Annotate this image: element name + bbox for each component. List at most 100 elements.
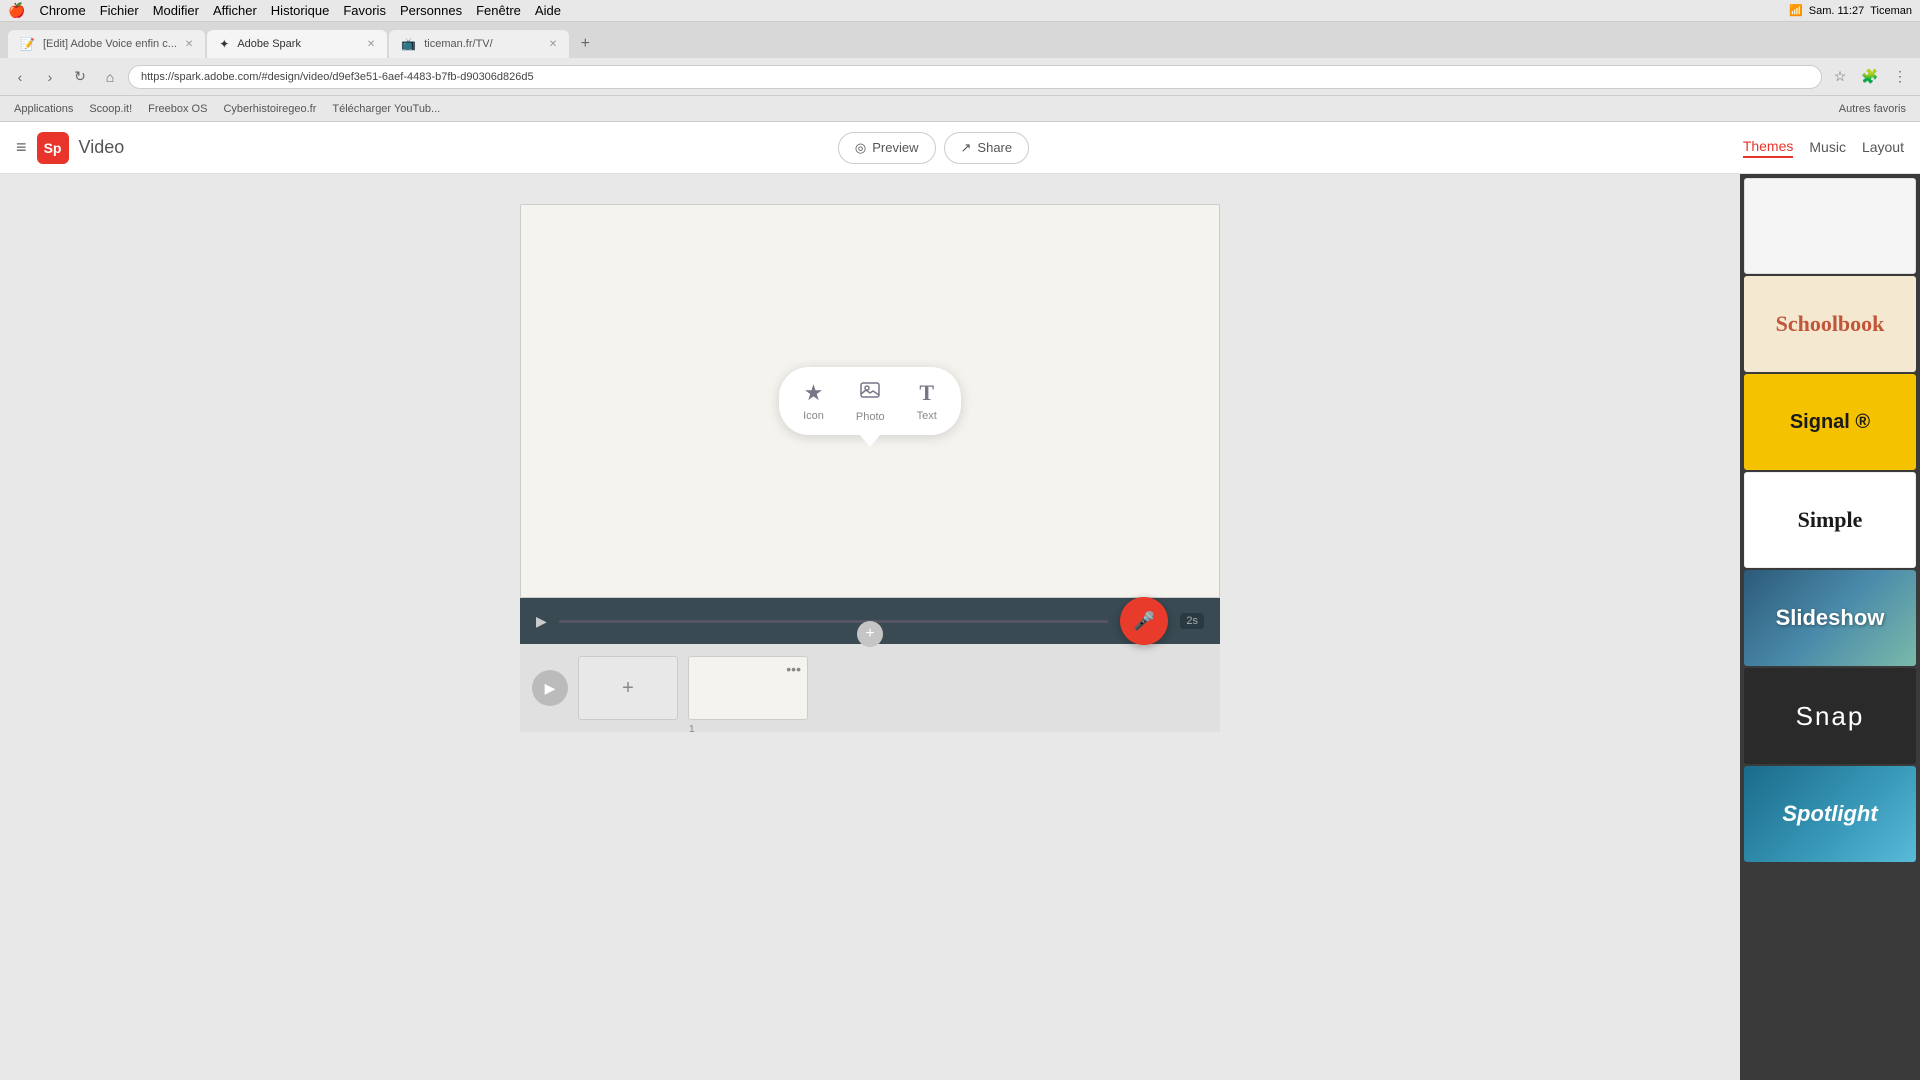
theme-spotlight-label: Spotlight	[1782, 801, 1877, 827]
theme-signal[interactable]: Signal ®	[1744, 374, 1916, 470]
photo-icon	[859, 379, 881, 407]
url-text: https://spark.adobe.com/#design/video/d9…	[141, 71, 534, 83]
clock: Sam. 11:27	[1809, 5, 1864, 17]
theme-snap-label: Snap	[1796, 701, 1865, 732]
tab-close-2[interactable]: ✕	[367, 39, 375, 50]
slide-thumbnail-1[interactable]: ••• 1	[688, 656, 808, 720]
menu-afficher[interactable]: Afficher	[213, 3, 257, 18]
canvas[interactable]: ★ Icon	[520, 204, 1220, 598]
header-right: Themes Music Layout	[1743, 138, 1904, 158]
share-icon: ↗	[961, 140, 972, 156]
content-tools: ★ Icon	[779, 367, 961, 435]
menu-fichier[interactable]: Fichier	[100, 3, 139, 18]
tab-layout[interactable]: Layout	[1862, 139, 1904, 157]
menubar-right: 📶 Sam. 11:27 Ticeman	[1789, 4, 1912, 17]
menu-aide[interactable]: Aide	[535, 3, 561, 18]
header-left: ≡ Sp Video	[16, 132, 124, 164]
slide-number-1: 1	[689, 724, 695, 735]
app-title: Video	[79, 137, 125, 158]
new-tab-button[interactable]: +	[571, 30, 599, 58]
tab-favicon-3: 📺	[401, 37, 416, 51]
tab-3[interactable]: 📺 ticeman.fr/TV/ ✕	[389, 30, 569, 58]
tab-close-1[interactable]: ✕	[185, 39, 193, 50]
slide-more-button[interactable]: •••	[786, 661, 801, 677]
tab-music[interactable]: Music	[1809, 139, 1846, 157]
bookmark-autres[interactable]: Autres favoris	[1833, 101, 1912, 117]
tab-title-1: [Edit] Adobe Voice enfin c...	[43, 38, 177, 50]
tab-title-2: Adobe Spark	[237, 38, 301, 50]
theme-signal-label: Signal ®	[1790, 411, 1870, 434]
tool-text-label: Text	[917, 410, 937, 422]
reload-button[interactable]: ↻	[68, 65, 92, 89]
text-icon: T	[919, 380, 934, 406]
bookmark-scoop[interactable]: Scoop.it!	[83, 101, 138, 117]
themes-panel: Schoolbook Signal ® Simple Slideshow Sna…	[1740, 174, 1920, 1080]
timeline-play-button[interactable]: ▶	[536, 613, 547, 630]
preview-icon: ◎	[855, 140, 866, 156]
hamburger-menu[interactable]: ≡	[16, 137, 27, 158]
url-bar[interactable]: https://spark.adobe.com/#design/video/d9…	[128, 65, 1822, 89]
bookmark-freebox[interactable]: Freebox OS	[142, 101, 213, 117]
tool-icon-label: Icon	[803, 410, 824, 422]
theme-schoolbook-label: Schoolbook	[1776, 311, 1885, 337]
timeline-track[interactable]	[559, 620, 1109, 623]
tab-favicon-2: ✦	[219, 37, 229, 51]
header-center: ◎ Preview ↗ Share	[124, 132, 1743, 164]
share-label: Share	[977, 140, 1012, 155]
mic-button[interactable]: 🎤	[1120, 597, 1168, 645]
star-icon: ★	[804, 380, 824, 406]
share-button[interactable]: ↗ Share	[944, 132, 1030, 164]
add-slide-button[interactable]: +	[578, 656, 678, 720]
theme-schoolbook[interactable]: Schoolbook	[1744, 276, 1916, 372]
theme-simple-label: Simple	[1798, 507, 1863, 533]
tab-title-3: ticeman.fr/TV/	[424, 38, 492, 50]
wifi-icon: 📶	[1789, 4, 1803, 17]
tool-icon[interactable]: ★ Icon	[803, 380, 824, 422]
main-area: ★ Icon	[0, 174, 1920, 1080]
tab-themes[interactable]: Themes	[1743, 138, 1794, 158]
preview-label: Preview	[872, 140, 918, 155]
menu-chrome[interactable]: Chrome	[39, 3, 85, 18]
tab-bar: 📝 [Edit] Adobe Voice enfin c... ✕ ✦ Adob…	[0, 22, 1920, 58]
bookmark-apps[interactable]: Applications	[8, 101, 79, 117]
extensions[interactable]: 🧩	[1858, 65, 1882, 89]
tab-favicon-1: 📝	[20, 37, 35, 51]
menu-modifier[interactable]: Modifier	[153, 3, 199, 18]
home-button[interactable]: ⌂	[98, 65, 122, 89]
apple-menu[interactable]: 🍎	[8, 2, 25, 19]
menu-historique[interactable]: Historique	[271, 3, 330, 18]
app-content: ≡ Sp Video ◎ Preview ↗ Share Themes Musi…	[0, 122, 1920, 1080]
star-bookmark[interactable]: ☆	[1828, 65, 1852, 89]
tool-photo[interactable]: Photo	[856, 379, 885, 423]
bookmarks-bar: Applications Scoop.it! Freebox OS Cyberh…	[0, 96, 1920, 122]
add-content-button[interactable]: +	[857, 621, 883, 647]
theme-spotlight[interactable]: Spotlight	[1744, 766, 1916, 862]
preview-button[interactable]: ◎ Preview	[838, 132, 936, 164]
tab-close-3[interactable]: ✕	[549, 39, 557, 50]
slides-strip: ▶ + ••• 1	[520, 644, 1220, 732]
back-button[interactable]: ‹	[8, 65, 32, 89]
tab-2[interactable]: ✦ Adobe Spark ✕	[207, 30, 387, 58]
theme-snap[interactable]: Snap	[1744, 668, 1916, 764]
time-badge: 2s	[1180, 613, 1204, 629]
theme-simple[interactable]: Simple	[1744, 472, 1916, 568]
theme-slideshow[interactable]: Slideshow	[1744, 570, 1916, 666]
theme-blank[interactable]	[1744, 178, 1916, 274]
bookmark-cyber[interactable]: Cyberhistoiregeo.fr	[217, 101, 322, 117]
spark-logo: Sp	[37, 132, 69, 164]
address-bar: ‹ › ↻ ⌂ https://spark.adobe.com/#design/…	[0, 58, 1920, 96]
forward-button[interactable]: ›	[38, 65, 62, 89]
mac-menubar: 🍎 Chrome Fichier Modifier Afficher Histo…	[0, 0, 1920, 22]
play-button-strip[interactable]: ▶	[532, 670, 568, 706]
add-circle[interactable]: +	[857, 621, 883, 647]
tab-1[interactable]: 📝 [Edit] Adobe Voice enfin c... ✕	[8, 30, 205, 58]
browser: 📝 [Edit] Adobe Voice enfin c... ✕ ✦ Adob…	[0, 22, 1920, 1080]
menu-favoris[interactable]: Favoris	[343, 3, 386, 18]
menu-fenetre[interactable]: Fenêtre	[476, 3, 521, 18]
bookmark-youtube[interactable]: Télécharger YouTub...	[326, 101, 446, 117]
chrome-menu[interactable]: ⋮	[1888, 65, 1912, 89]
app-header: ≡ Sp Video ◎ Preview ↗ Share Themes Musi…	[0, 122, 1920, 174]
menu-personnes[interactable]: Personnes	[400, 3, 462, 18]
tool-text[interactable]: T Text	[917, 380, 937, 422]
theme-slideshow-label: Slideshow	[1776, 605, 1885, 631]
